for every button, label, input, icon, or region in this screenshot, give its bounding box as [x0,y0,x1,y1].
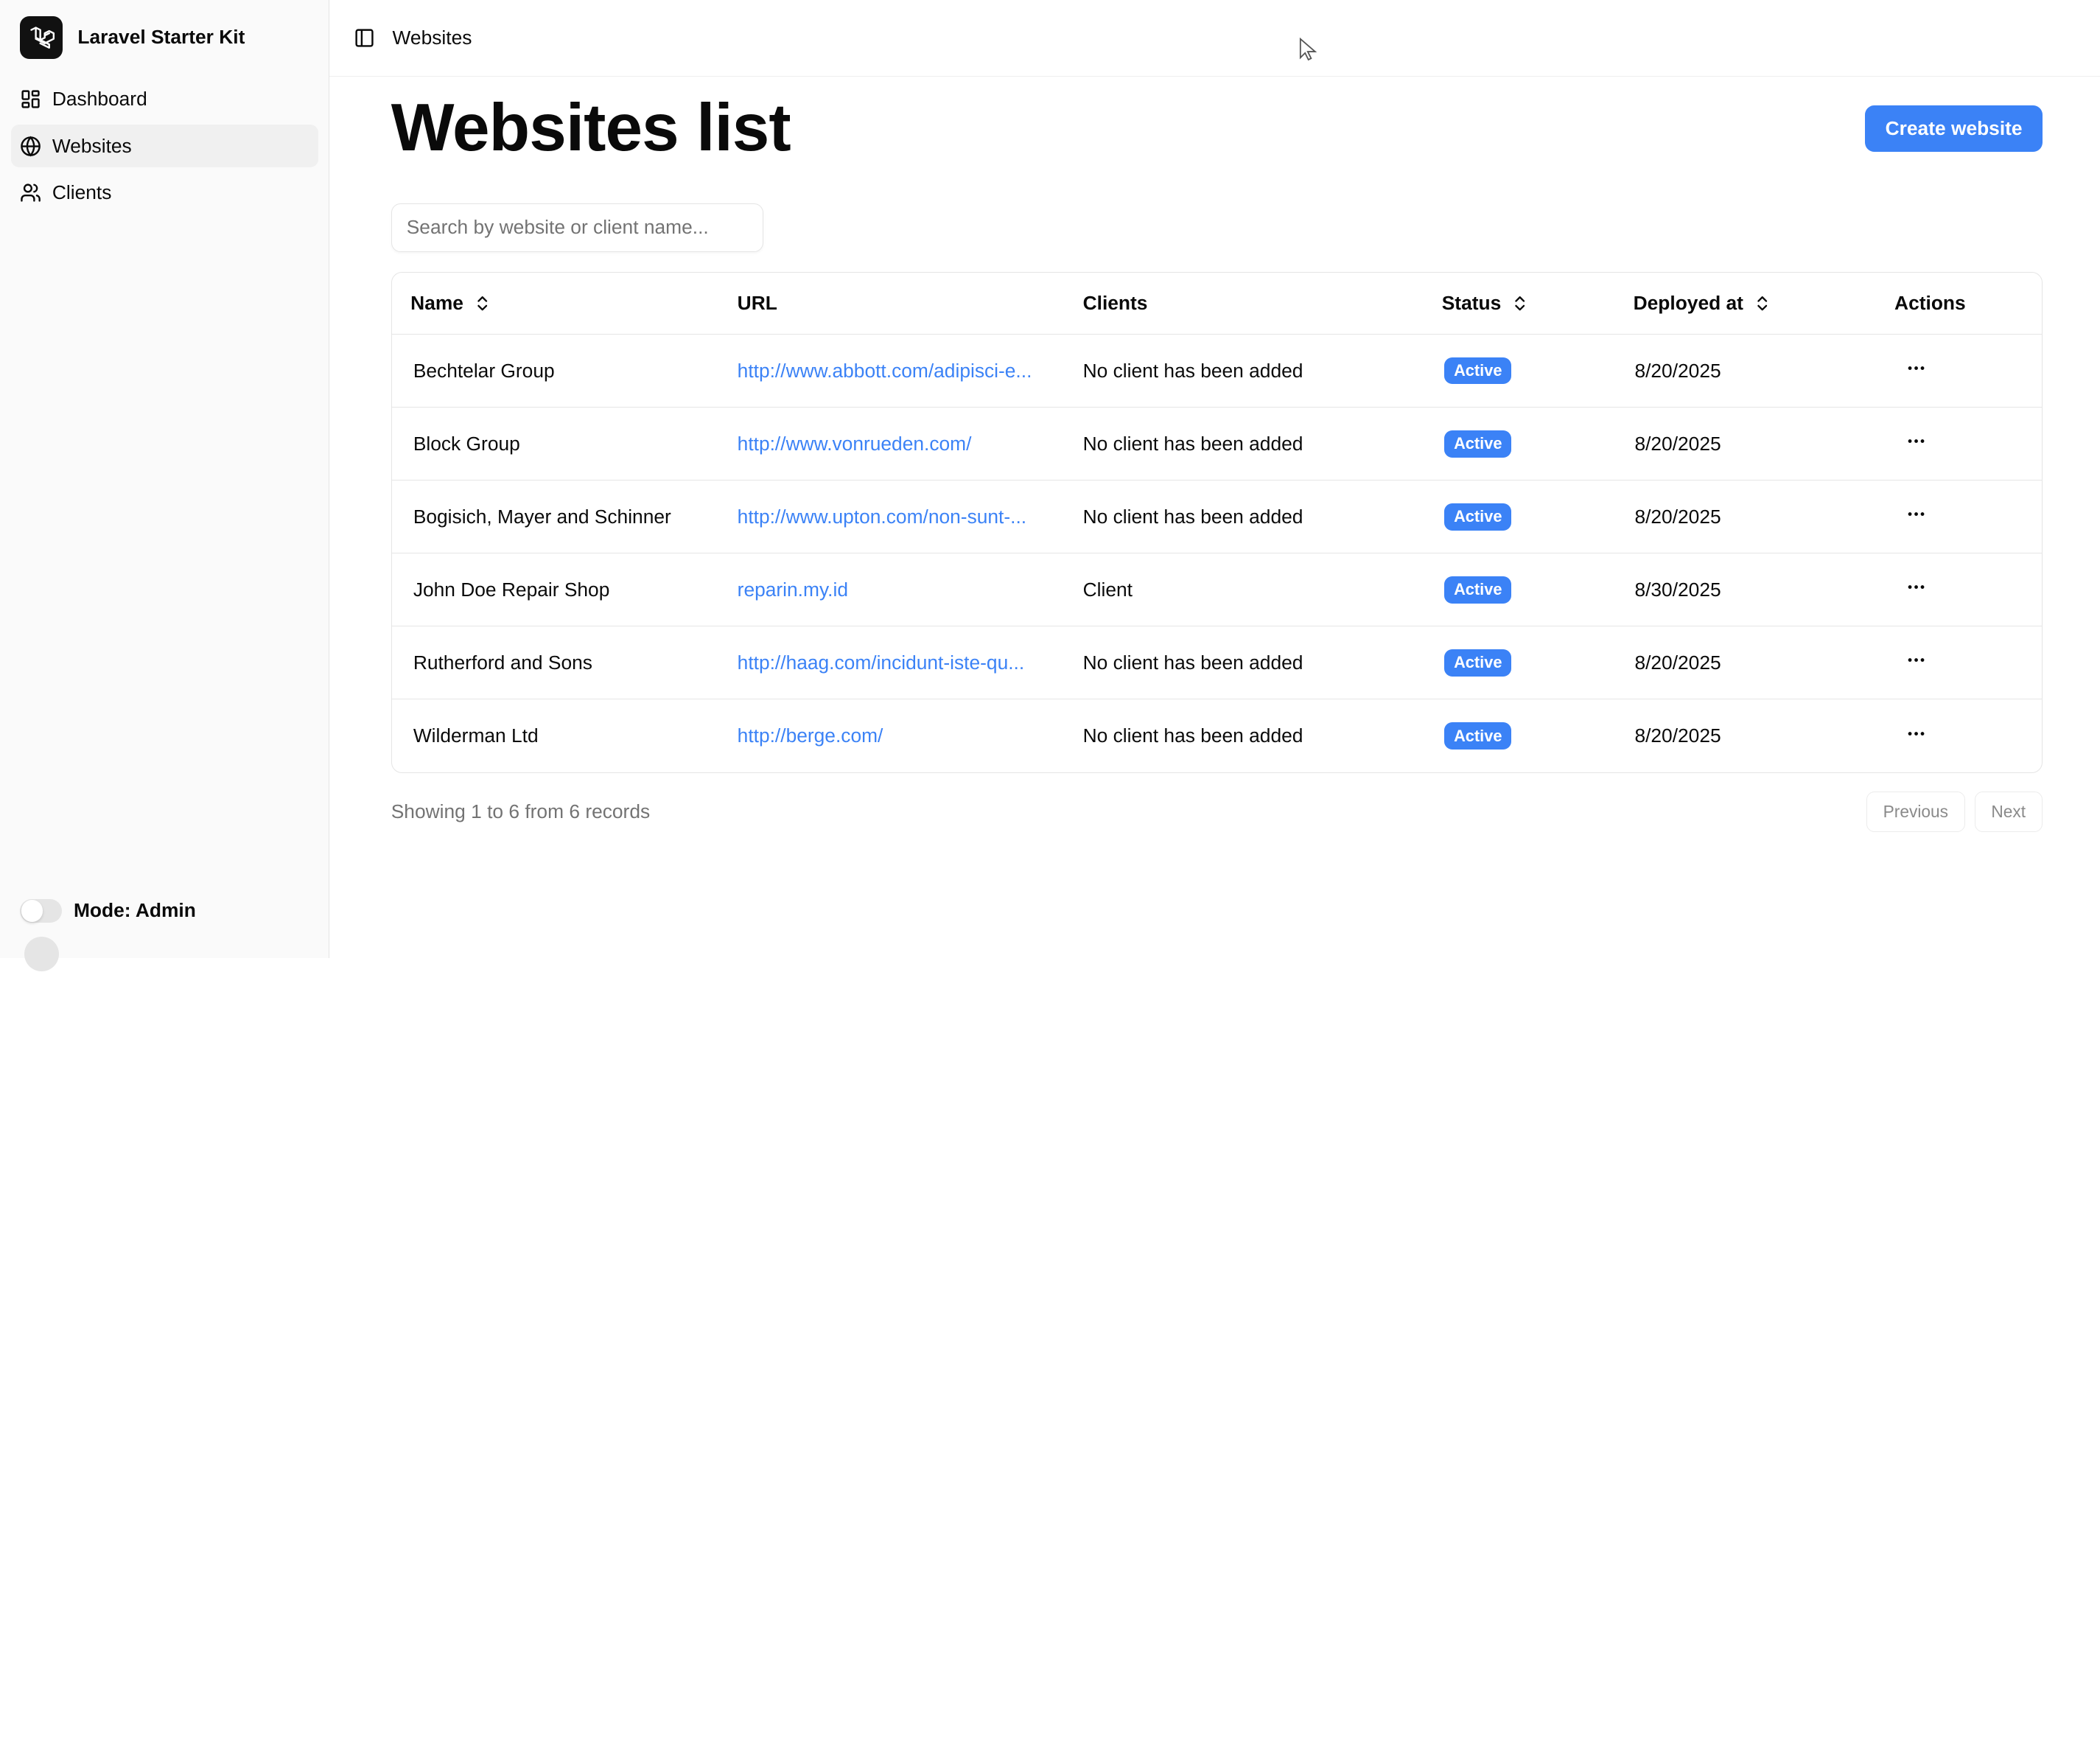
table-row: John Doe Repair Shop reparin.my.id Clien… [391,553,2042,627]
previous-page-button[interactable]: Previous [1866,792,1965,832]
table-footer: Showing 1 to 6 from 6 records Previous N… [391,792,2043,832]
mode-toggle[interactable] [20,898,62,923]
table-row: Rutherford and Sons http://haag.com/inci… [391,626,2042,700]
sidebar-item-label: Clients [52,181,112,204]
brand[interactable]: Laravel Starter Kit [11,13,318,61]
create-website-button[interactable]: Create website [1865,105,2043,153]
status-badge: Active [1444,430,1512,458]
website-name: Bechtelar Group [391,334,738,408]
website-clients: Client [1082,553,1442,627]
table-row: Wilderman Ltd http://berge.com/ No clien… [392,699,2042,772]
website-clients: No client has been added [1082,724,1303,747]
column-name[interactable]: Name [391,272,738,335]
column-clients: Clients [1082,272,1442,335]
sidebar-nav: Dashboard Websites Clients [10,77,318,214]
main-content: Websites Websites list Create website Na… [329,0,2100,958]
mode-label: Mode: Admin [73,899,196,922]
column-label: Status [1441,291,1502,314]
deployed-date: 8/20/2025 [1633,626,1895,700]
column-status[interactable]: Status [1441,272,1634,335]
more-actions-icon[interactable] [1905,357,1927,379]
sort-icon[interactable] [473,294,491,312]
website-url-link[interactable]: http://www.abbott.com/adipisci-e... [738,360,1043,382]
users-icon [20,182,41,203]
website-name: Block Group [391,407,738,481]
page-title: Websites list [391,91,791,166]
table-row: Bechtelar Group http://www.abbott.com/ad… [391,334,2042,408]
app-root: Laravel Starter Kit Dashboard Websites C… [0,0,2100,971]
status-badge: Active [1444,649,1512,677]
status-badge: Active [1444,503,1512,531]
grid-icon [20,88,41,110]
mode-switch: Mode: Admin [20,898,196,923]
next-page-button[interactable]: Next [1974,792,2043,832]
websites-table: Name URL Clients Status Deployed at Acti… [391,271,2043,773]
topbar: Websites [329,0,2100,77]
column-url: URL [737,272,1083,335]
website-name: John Doe Repair Shop [391,553,738,627]
sidebar-toggle-icon[interactable] [354,27,375,49]
sort-icon[interactable] [1511,294,1529,312]
avatar[interactable] [24,936,59,971]
column-label: Deployed at [1633,291,1743,314]
status-badge: Active [1444,357,1512,385]
status-badge: Active [1444,722,1512,750]
breadcrumb: Websites [392,26,472,49]
deployed-date: 8/20/2025 [1633,480,1895,554]
website-url-link[interactable]: reparin.my.id [738,579,1043,601]
deployed-date: 8/20/2025 [1633,407,1895,481]
page-content: Websites list Create website Name URL [329,91,2100,832]
records-summary: Showing 1 to 6 from 6 records [391,800,651,822]
website-name: Rutherford and Sons [391,626,738,700]
table-row: Bogisich, Mayer and Schinner http://www.… [391,480,2042,554]
website-url-link[interactable]: http://berge.com/ [738,724,1043,747]
more-actions-icon[interactable] [1905,649,1927,671]
page-header: Websites list Create website [391,91,2043,165]
website-clients: No client has been added [1082,626,1442,700]
sort-icon[interactable] [1753,294,1771,312]
column-label: Name [410,291,463,314]
laravel-logo-icon [20,15,63,59]
more-actions-icon[interactable] [1905,430,1927,452]
deployed-date: 8/20/2025 [1633,334,1895,408]
status-badge: Active [1444,576,1512,604]
website-name: Bogisich, Mayer and Schinner [391,480,738,554]
sidebar-item-dashboard[interactable]: Dashboard [11,77,318,120]
more-actions-icon[interactable] [1905,503,1927,525]
column-deployed-at[interactable]: Deployed at [1633,272,1895,335]
website-clients: No client has been added [1082,407,1442,481]
sidebar-item-clients[interactable]: Clients [11,172,318,214]
website-url-link[interactable]: http://haag.com/incidunt-iste-qu... [738,651,1043,674]
sidebar-item-websites[interactable]: Websites [10,124,318,168]
website-url-link[interactable]: http://www.upton.com/non-sunt-... [738,506,1043,528]
website-clients: No client has been added [1082,334,1442,408]
deployed-date: 8/30/2025 [1633,553,1895,627]
website-name: Wilderman Ltd [413,724,539,747]
app-name: Laravel Starter Kit [77,26,245,49]
sidebar-item-label: Dashboard [52,87,147,110]
table-header-row: Name URL Clients Status Deployed at Acti… [391,272,2042,335]
deployed-date: 8/20/2025 [1634,724,1721,747]
globe-icon [20,136,41,157]
website-clients: No client has been added [1082,480,1442,554]
column-actions: Actions [1894,272,2042,335]
search-input[interactable] [391,203,764,252]
website-url-link[interactable]: http://www.vonrueden.com/ [738,433,1043,455]
mouse-cursor-icon [1299,37,1317,68]
table-row: Block Group http://www.vonrueden.com/ No… [391,407,2042,481]
pagination: Previous Next [1866,792,2043,832]
more-actions-icon[interactable] [1905,576,1927,598]
more-actions-icon[interactable] [1905,723,1927,744]
sidebar-item-label: Websites [52,134,132,157]
sidebar: Laravel Starter Kit Dashboard Websites C… [0,0,330,971]
